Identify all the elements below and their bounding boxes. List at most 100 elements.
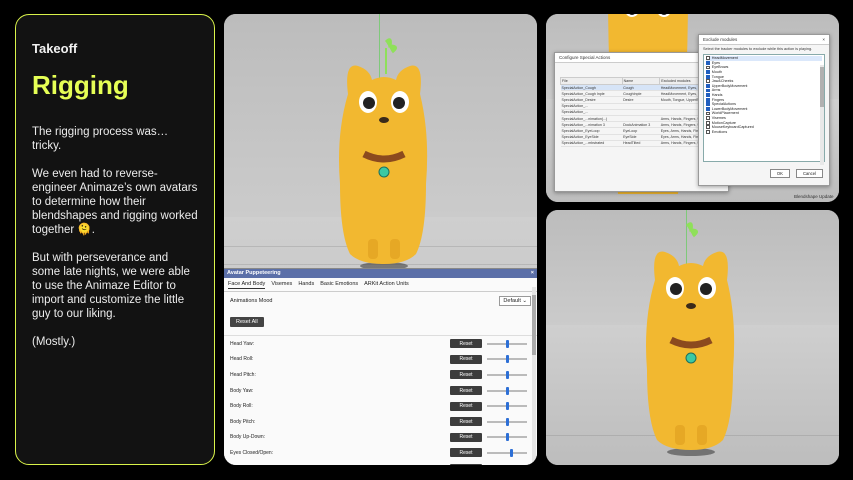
scrollbar[interactable] (820, 65, 824, 165)
animations-mood-label: Animations Mood (230, 298, 273, 304)
slider-track[interactable] (487, 417, 527, 426)
dialog-hint: Select the tracker modules to exclude wh… (703, 47, 813, 51)
slider-track[interactable] (487, 355, 527, 364)
slider-label: Head Pitch: (230, 371, 256, 378)
slider-thumb[interactable] (505, 433, 509, 442)
slider-label: Body Yaw: (230, 387, 254, 394)
slider-track[interactable] (487, 433, 527, 442)
module-label: Visemes (711, 116, 726, 121)
module-label: UpperBodyMovement (711, 83, 748, 88)
slider-thumb[interactable] (505, 370, 509, 379)
checkbox[interactable] (706, 125, 710, 130)
slider-label: Eyes Closed/Open: (230, 449, 274, 456)
tab-basic-emotions[interactable]: Basic Emotions (320, 280, 358, 289)
slider-track[interactable] (487, 448, 527, 457)
reset-button[interactable]: Reset (450, 464, 482, 465)
tab-hands[interactable]: Hands (298, 280, 314, 289)
paragraph-2: We even had to reverse-engineer Animaze’… (32, 168, 198, 236)
checkbox[interactable] (706, 60, 710, 65)
module-label: Emotions (711, 129, 728, 134)
avatar-character (334, 34, 434, 274)
slider-row: Body Up-Down: Reset (224, 430, 537, 446)
slider-label: Head Roll: (230, 356, 254, 363)
paragraph-3: But with perseverance and some late nigh… (32, 252, 190, 320)
checkbox[interactable] (706, 88, 710, 93)
checkbox[interactable] (706, 93, 710, 97)
slider-row: Head Pitch: Reset (224, 367, 537, 383)
checkbox[interactable] (706, 97, 710, 102)
checkbox[interactable] (706, 106, 710, 111)
ok-button[interactable]: OK (769, 169, 790, 178)
slider-thumb[interactable] (505, 339, 509, 348)
reset-button[interactable]: Reset (450, 386, 482, 396)
slider-thumb[interactable] (505, 402, 509, 411)
module-item[interactable]: Emotions (706, 130, 822, 135)
module-label: EyeBrows (711, 65, 729, 70)
table-cell: HeadTilted (622, 140, 660, 147)
checkbox[interactable] (706, 56, 710, 61)
slider-thumb[interactable] (509, 448, 513, 457)
close-icon[interactable]: × (531, 270, 534, 277)
slider-row: Eyes Squint:Reset (224, 461, 537, 465)
reset-button[interactable]: Reset (450, 448, 482, 458)
slider-thumb[interactable] (505, 386, 509, 395)
checkbox[interactable] (706, 111, 710, 116)
slider-row: Body Yaw: Reset (224, 383, 537, 399)
slider-thumb[interactable] (505, 355, 509, 364)
text-card: Takeoff Rigging The rigging process was…… (15, 14, 215, 465)
exclude-modules-dialog: Exclude modules × Select the tracker mod… (698, 34, 830, 186)
reset-button[interactable]: Reset (450, 354, 482, 364)
reset-button[interactable]: Reset (450, 432, 482, 442)
slider-track[interactable] (487, 402, 527, 411)
animations-mood-select[interactable]: Default ⌄ (499, 296, 531, 306)
slider-label: Body Pitch: (230, 418, 256, 425)
module-label: WorldPlacement (711, 111, 739, 116)
tab-face-and-body[interactable]: Face And Body (228, 280, 266, 289)
module-label: SpecialActions (711, 102, 736, 107)
slider-track[interactable] (487, 386, 527, 395)
cancel-button[interactable]: Cancel (795, 169, 823, 178)
column-header[interactable]: File (560, 77, 623, 85)
tab-bar: Face And Body Visemes Hands Basic Emotio… (224, 278, 537, 292)
checkbox[interactable] (706, 70, 710, 74)
table-cell: SpecialAction_...mbstrated (560, 140, 623, 147)
checkbox[interactable] (706, 129, 710, 134)
checkbox[interactable] (706, 79, 710, 84)
section-eyebrow: Takeoff (32, 41, 78, 56)
animations-mood-row: Animations Mood Default ⌄ (224, 292, 537, 310)
scrollbar[interactable] (532, 287, 536, 462)
slide-title: Rigging (32, 70, 129, 100)
module-label: Tongue (711, 74, 724, 79)
column-header[interactable]: Name (621, 77, 661, 85)
module-label: Eyes (711, 60, 720, 65)
reset-button[interactable]: Reset (450, 339, 482, 349)
editor-viewport-dialogs: Configure Special Actions File Name Exclud… (546, 14, 839, 202)
checkbox[interactable] (706, 102, 710, 107)
checkbox[interactable] (706, 65, 710, 70)
checkbox[interactable] (706, 116, 710, 120)
status-text: Blendshape Update (794, 194, 834, 199)
reset-button[interactable]: Reset (450, 401, 482, 411)
slider-track[interactable] (487, 339, 527, 348)
checkbox[interactable] (706, 74, 710, 79)
checkbox[interactable] (706, 120, 710, 125)
avatar-puppeteering-window: Avatar Puppeteering × Face And Body Vise… (224, 268, 537, 465)
reset-all-button[interactable]: Reset All (230, 317, 264, 327)
editor-viewport-main: Avatar Puppeteering × Face And Body Vise… (224, 14, 537, 465)
reset-button[interactable]: Reset (450, 417, 482, 427)
editor-viewport-final (546, 210, 839, 465)
reset-button[interactable]: Reset (450, 370, 482, 380)
slider-row: Eyes Closed/Open: Reset (224, 445, 537, 461)
tab-visemes[interactable]: Visemes (271, 280, 292, 289)
slider-thumb[interactable] (505, 417, 509, 426)
table-row[interactable]: SpecialAction_...mbstrated HeadTilted Arms… (560, 140, 720, 147)
module-label: Fingers (711, 97, 725, 102)
tab-arkit-action-units[interactable]: ARKit Action Units (364, 280, 409, 289)
checkbox[interactable] (706, 83, 710, 88)
animations-mood-value: Default (503, 298, 521, 304)
slider-track[interactable] (487, 370, 527, 379)
module-label: Hands (711, 93, 723, 98)
slider-label: Body Up-Down: (230, 434, 266, 441)
close-icon[interactable]: × (822, 37, 825, 42)
dialog-title: Configure Special Actions (559, 55, 611, 60)
